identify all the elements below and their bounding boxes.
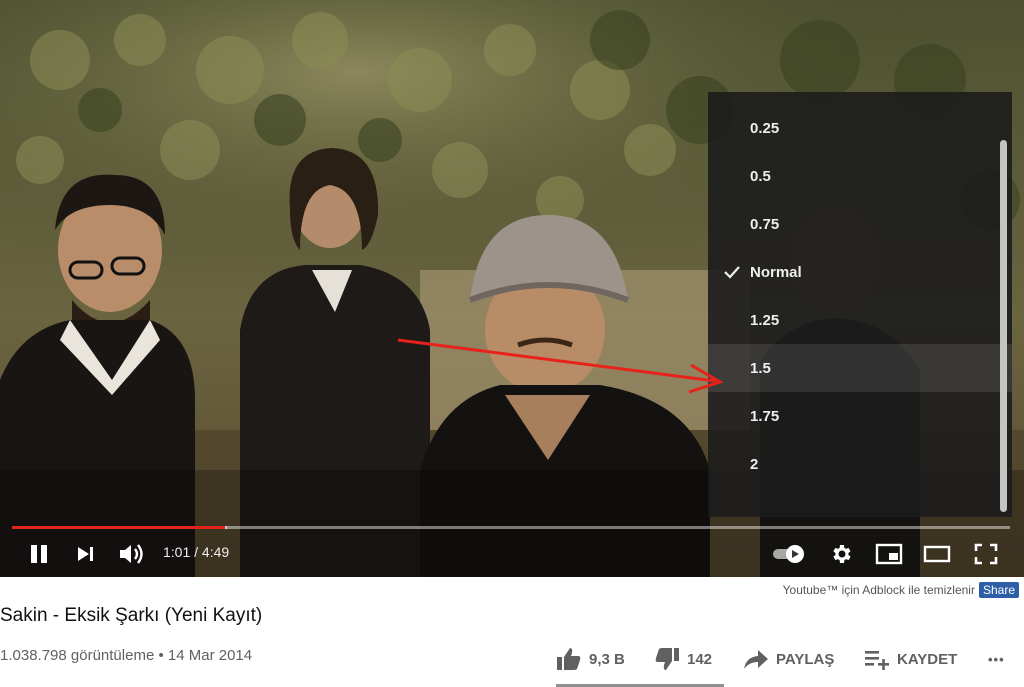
speed-option-label: Normal (750, 263, 802, 281)
time-display: 1:01 / 4:49 (163, 544, 229, 560)
speed-option[interactable]: 1.5 (708, 344, 1012, 392)
autoplay-toggle-icon (773, 545, 804, 563)
speed-option[interactable]: 1.75 (708, 392, 1012, 440)
adblock-share-button[interactable]: Share (978, 582, 1019, 598)
next-button[interactable] (72, 538, 100, 570)
view-count: 1.038.798 görüntüleme (0, 647, 155, 664)
speed-option[interactable]: Normal (708, 248, 1012, 296)
current-time: 1:01 (163, 544, 191, 560)
playlist-add-icon (865, 651, 889, 670)
miniplayer-icon (875, 543, 903, 565)
video-title: Sakin - Eksik Şarkı (Yeni Kayıt) (0, 605, 263, 626)
speed-option[interactable]: 2 (708, 440, 1012, 488)
speed-option-label: 1.25 (750, 311, 780, 329)
pause-button[interactable] (24, 538, 54, 570)
miniplayer-button[interactable] (872, 538, 906, 570)
meta-separator: • (154, 647, 168, 664)
thumbs-up-icon (557, 648, 581, 670)
theater-mode-button[interactable] (920, 538, 954, 570)
next-icon (78, 547, 93, 561)
checkmark-icon (724, 266, 740, 279)
volume-icon (120, 544, 143, 564)
volume-button[interactable] (116, 538, 148, 570)
fullscreen-icon (974, 543, 998, 565)
dislike-count: 142 (687, 650, 713, 668)
share-icon (744, 650, 768, 669)
speed-option[interactable]: 1.25 (708, 296, 1012, 344)
save-label: KAYDET (897, 650, 958, 668)
adblock-text: Youtube™ için Adblock ile temizlenir (782, 583, 975, 597)
like-button[interactable]: 9,3 B (556, 645, 625, 673)
speed-option-label: 0.25 (750, 119, 780, 137)
speed-option-label: 2 (750, 455, 759, 473)
fullscreen-button[interactable] (970, 538, 1002, 570)
share-label: PAYLAŞ (776, 650, 835, 668)
progress-played (12, 526, 225, 529)
speed-option-label: 0.75 (750, 215, 780, 233)
speed-option-label: 1.5 (750, 359, 771, 377)
upload-date: 14 Mar 2014 (167, 647, 253, 664)
share-button[interactable]: PAYLAŞ (743, 645, 834, 673)
dislike-button[interactable]: 142 (654, 645, 712, 673)
speed-option-label: 0.5 (750, 167, 771, 185)
thumbs-down-icon (655, 648, 679, 670)
adblock-notice: Youtube™ için Adblock ile temizlenir Sha… (783, 582, 1019, 598)
video-meta: 1.038.798 görüntüleme • 14 Mar 2014 (0, 647, 252, 664)
duration: 4:49 (201, 544, 230, 560)
settings-button[interactable] (826, 538, 856, 570)
playback-speed-menu[interactable]: 0.25 0.5 0.75 Normal 1.25 1.5 1.75 2 (708, 92, 1012, 517)
video-player[interactable]: 0.25 0.5 0.75 Normal 1.25 1.5 1.75 2 1:01 / 4:4… (0, 0, 1024, 577)
settings-icon (833, 545, 851, 563)
save-button[interactable]: KAYDET (864, 645, 957, 673)
more-icon: ••• (988, 651, 1005, 667)
speed-option[interactable]: 0.5 (708, 152, 1012, 200)
speed-option[interactable]: 0.75 (708, 200, 1012, 248)
time-separator: / (190, 544, 202, 560)
pause-icon (31, 545, 47, 563)
speed-option[interactable]: 0.25 (708, 104, 1012, 152)
progress-bar[interactable] (12, 526, 1010, 529)
theater-icon (923, 545, 951, 563)
more-actions-button[interactable]: ••• (988, 645, 1005, 673)
like-count: 9,3 B (589, 650, 625, 668)
speed-option-label: 1.75 (750, 407, 780, 425)
autoplay-toggle[interactable] (770, 538, 808, 570)
menu-scrollbar-thumb[interactable] (1000, 140, 1007, 512)
